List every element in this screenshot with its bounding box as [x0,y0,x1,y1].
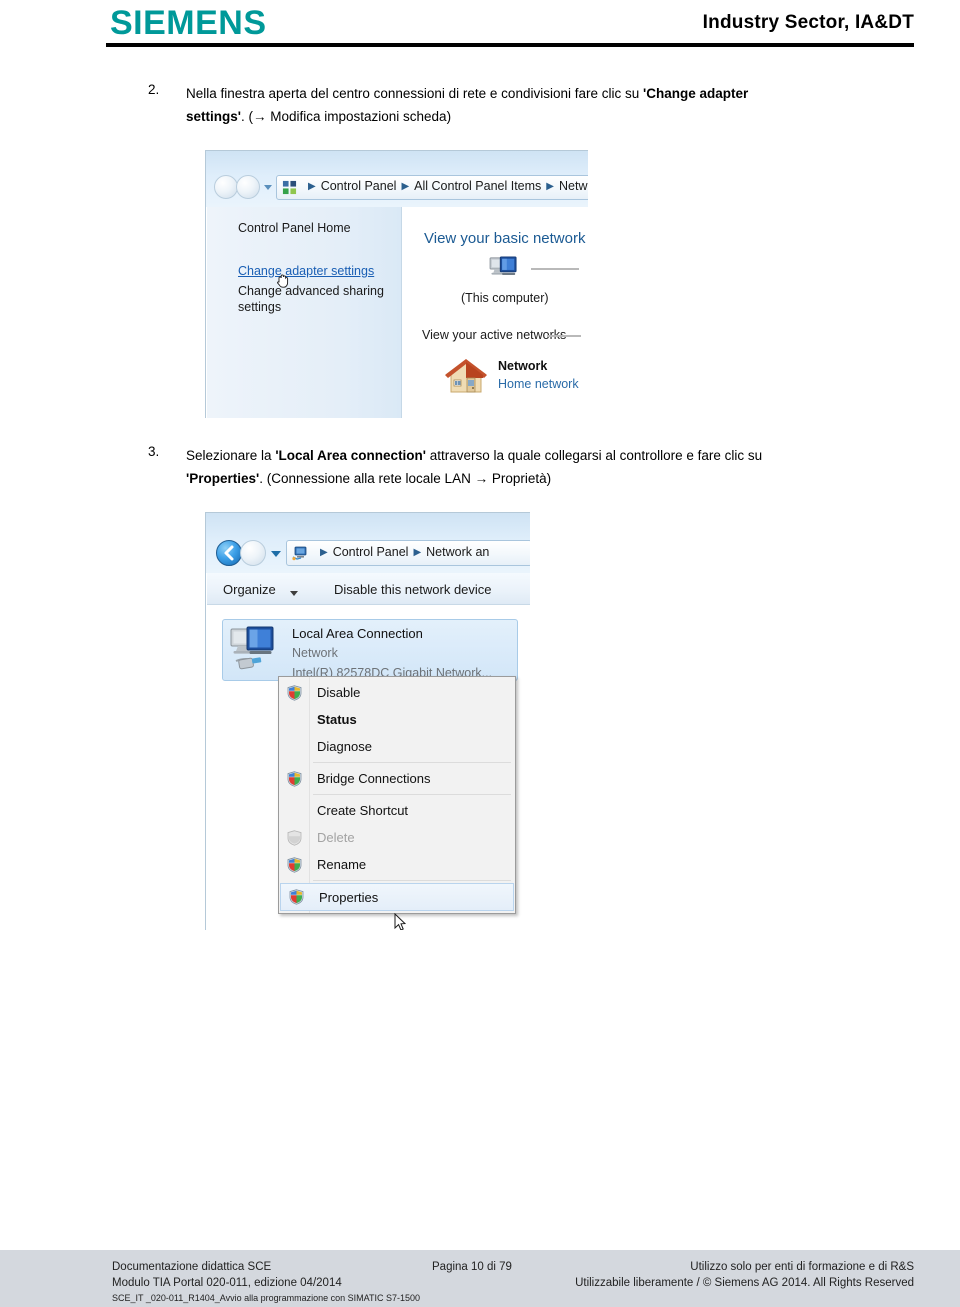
step-2-line1-bold: 'Change adapter [643,86,749,101]
breadcrumb-sep-icon: ▶ [401,181,410,192]
context-menu-label: Bridge Connections [317,771,431,786]
network-adapter-icon [230,626,274,670]
footer-right-line-1: Utilizzo solo per enti di formazione e d… [690,1261,914,1273]
breadcrumb-sep-icon: ▶ [546,181,554,192]
context-menu-label: Disable [317,685,361,700]
step-2-line2-bold: settings' [186,109,241,124]
context-menu-item-status[interactable]: Status [279,706,515,733]
back-button[interactable] [216,540,242,566]
context-menu-label: Create Shortcut [317,803,409,818]
network-connections-icon [292,546,307,560]
forward-button[interactable] [236,175,260,199]
siemens-logo: SIEMENS [110,4,267,42]
step-3-line2-post: . (Connessione alla rete locale LAN → Pr… [259,471,552,486]
uac-shield-icon [281,889,311,905]
step-2-text: Nella finestra aperta del centro conness… [186,82,906,128]
step-2-line1-pre: Nella finestra aperta del centro conness… [186,86,643,101]
footer-document-id: SCE_IT _020-011_R1404_Avvio alla program… [112,1293,421,1303]
breadcrumb-sep-icon: ▶ [320,547,328,558]
network-link-line [531,268,579,270]
hand-cursor-icon [277,274,289,288]
computer-icon [489,256,517,276]
footer-page-number: Pagina 10 di 79 [432,1261,512,1273]
breadcrumb-item-1[interactable]: All Control Panel Items [414,179,541,193]
forward-button[interactable] [240,540,266,566]
header-divider-rule [106,43,914,47]
step-2-number: 2. [148,82,160,97]
breadcrumb-item-0[interactable]: Control Panel [321,179,397,193]
recent-pages-chevron-down-icon[interactable] [271,551,281,557]
connection-name: Local Area Connection [292,626,423,641]
back-button[interactable] [214,175,238,199]
organize-button[interactable]: Organize [223,582,276,597]
step-2-line2-post: . (→ Modifica impostazioni scheda) [240,109,452,124]
step-3-line1-bold: 'Local Area connection' [275,448,427,463]
breadcrumb-item-2[interactable]: Network [559,179,588,193]
step-3-line1-pre: Selezionare la [186,448,276,463]
active-network-type[interactable]: Home network [498,377,579,391]
step-3-line1-post: attraverso la quale collegarsi al contro… [426,448,763,463]
context-menu-item-bridge-connections[interactable]: Bridge Connections [279,765,515,792]
shot1-breadcrumb[interactable]: ▶ Control Panel ▶ All Control Panel Items ▶ N… [303,179,588,193]
sidebar-item-change-adapter-settings[interactable]: Change adapter settings [238,264,374,278]
network-connections-screenshot: ▶ Control Panel ▶ Network an Organize Disab… [205,512,530,930]
context-menu-item-disable[interactable]: Disable [279,679,515,706]
network-sharing-center-screenshot: ▶ Control Panel ▶ All Control Panel Items ▶ N… [205,150,588,418]
context-menu-label: Diagnose [317,739,372,754]
breadcrumb-sep-icon: ▶ [308,181,316,192]
context-menu-label: Status [317,712,357,727]
breadcrumb-item-0[interactable]: Control Panel [333,545,409,559]
home-network-house-icon [445,359,487,393]
address-bar[interactable]: ▶ Control Panel ▶ Network an [286,540,530,566]
context-menu-item-rename[interactable]: Rename [279,851,515,878]
sidebar-item-change-advanced-sharing-settings[interactable]: Change advanced sharing settings [238,283,388,315]
context-menu-separator [313,794,511,795]
context-menu-label: Properties [319,889,379,905]
breadcrumb-sep-icon: ▶ [413,547,422,558]
uac-shield-icon [279,684,309,701]
footer-right-line-2: Utilizzabile liberamente / © Siemens AG … [575,1277,914,1289]
footer-left-line-2: Modulo TIA Portal 020-011, edizione 04/2… [112,1277,342,1289]
address-bar[interactable]: ▶ Control Panel ▶ All Control Panel Items ▶ N… [276,175,588,200]
context-menu-separator [313,762,511,763]
view-active-networks-heading: View your active networks [422,328,567,342]
back-arrow-icon [224,545,234,561]
page-header: SIEMENS Industry Sector, IA&DT [0,0,960,52]
this-computer-label: (This computer) [461,291,549,305]
basic-network-heading: View your basic network [424,230,586,247]
shot2-breadcrumb[interactable]: ▶ Control Panel ▶ Network an [315,545,489,559]
context-menu-separator [313,880,511,881]
active-networks-rule [547,335,581,337]
context-menu-item-create-shortcut[interactable]: Create Shortcut [279,797,515,824]
context-menu-item-diagnose[interactable]: Diagnose [279,733,515,760]
disable-network-device-button[interactable]: Disable this network device [334,582,492,597]
organize-chevron-down-icon[interactable] [290,591,298,596]
control-panel-icon [282,180,297,195]
uac-shield-icon [279,770,309,787]
arrow-cursor-icon [394,913,406,930]
uac-shield-icon-disabled [279,829,309,846]
active-network-name: Network [498,359,548,373]
sidebar-item-control-panel-home[interactable]: Control Panel Home [238,221,351,235]
connection-context-menu[interactable]: Disable Status Diagnose Bridge Connectio… [278,676,516,914]
uac-shield-icon [279,856,309,873]
step-3-line2-bold: 'Properties' [186,471,260,486]
context-menu-item-delete: Delete [279,824,515,851]
step-3-number: 3. [148,444,160,459]
context-menu-item-properties[interactable]: Properties [280,883,514,911]
connection-status: Network [292,646,338,660]
context-menu-label: Delete [317,830,355,845]
recent-pages-chevron-down-icon[interactable] [264,185,272,190]
breadcrumb-item-1[interactable]: Network an [426,545,489,559]
context-menu-label: Rename [317,857,367,872]
page-footer: Documentazione didattica SCE Modulo TIA … [0,1250,960,1307]
header-department-label: Industry Sector, IA&DT [702,12,914,33]
step-3-text: Selezionare la 'Local Area connection' a… [186,444,916,490]
footer-left-line-1: Documentazione didattica SCE [112,1261,272,1273]
